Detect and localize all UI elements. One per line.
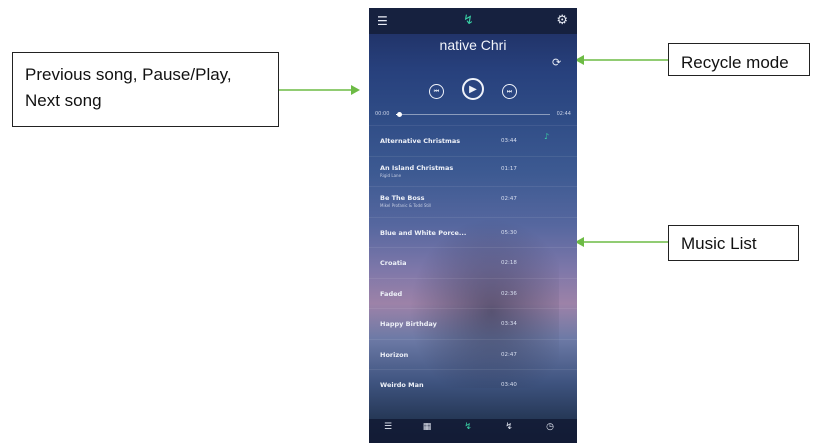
callout-music-list: Music List [668,225,799,261]
next-icon: ⏭ [506,87,513,95]
timer-icon: ◷ [546,422,554,432]
song-duration: 02:18 [501,260,517,266]
pulse-icon: ↯ [505,422,513,432]
song-duration: 02:47 [501,196,517,202]
menu-icon[interactable]: ☰ [377,14,388,28]
song-row[interactable]: Croatia 02:18 [369,247,577,278]
phone-screen: ☰ ↯ ⚙ native Chri ⟳ ⏮ ▶ ⏭ 00:00 02:44 Al… [369,8,577,443]
song-name: Faded [380,289,403,298]
callout-controls-line2: Next song [25,91,102,110]
nav-item-eq[interactable]: ☰ [375,422,401,434]
song-artist: Mikel Profanic & Todd Still [380,203,432,208]
progress-track[interactable] [396,112,550,117]
nav-item-grid[interactable]: ▦ [414,422,440,434]
now-playing-icon: ♪ [544,132,550,141]
song-duration: 02:36 [501,290,517,297]
song-duration: 01:17 [501,165,517,172]
play-icon: ▶ [469,83,477,95]
progress-bar[interactable]: 00:00 02:44 [369,111,577,121]
previous-button[interactable]: ⏮ [429,84,444,99]
song-name: Blue and White Porce... [380,228,467,237]
play-pause-button[interactable]: ▶ [462,78,484,100]
nav-item-music[interactable]: ↯ [455,422,481,434]
song-title: native Chri [439,37,507,53]
song-duration: 03:34 [501,321,517,327]
song-name: Weirdo Man [380,381,424,389]
callout-music-list-text: Music List [681,234,757,253]
song-row[interactable]: Blue and White Porce... 05:30 [369,216,577,248]
song-name: Alternative Christmas [380,137,461,145]
song-name: Croatia [380,259,407,267]
song-duration: 02:47 [501,351,517,358]
song-duration: 05:30 [501,229,517,236]
song-artist: Rigid Lane [380,172,402,178]
previous-icon: ⏮ [433,87,440,95]
progress-thumb[interactable] [397,112,403,117]
song-duration: 03:40 [501,382,517,388]
grid-icon: ▦ [422,422,432,432]
nav-item-timer[interactable]: ◷ [537,422,563,434]
song-row[interactable]: Happy Birthday 03:34 [369,308,577,339]
song-row[interactable]: Alternative Christmas 03:44 ♪ [369,125,577,156]
nav-item-pulse[interactable]: ↯ [496,422,522,434]
song-row[interactable]: Faded 02:36 [369,277,577,309]
gear-icon[interactable]: ⚙ [556,13,568,28]
song-name: Horizon [380,350,409,359]
bottom-nav: ☰ ▦ ↯ ↯ ◷ [369,419,577,443]
waveform-icon: ↯ [463,13,474,28]
playback-controls: ⏮ ▶ ⏭ [369,78,577,104]
song-row[interactable]: Horizon 02:47 [369,338,577,370]
music-list: Alternative Christmas 03:44 ♪ An Island … [369,125,577,400]
song-duration: 03:44 [501,138,517,144]
callout-recycle-text: Recycle mode [681,53,789,72]
callout-controls: Previous song, Pause/Play, Next song [12,52,279,127]
song-name: An Island Christmas [380,163,454,172]
callout-controls-line1: Previous song, Pause/Play, [25,65,232,84]
music-wave-icon: ↯ [464,422,472,432]
next-button[interactable]: ⏭ [502,84,517,99]
equalizer-icon: ☰ [383,422,393,432]
recycle-icon[interactable]: ⟳ [552,56,561,69]
song-row[interactable]: An Island Christmas Rigid Lane 01:17 [369,155,577,187]
song-name: Happy Birthday [380,320,437,328]
total-time: 02:44 [556,111,571,117]
song-row[interactable]: Weirdo Man 03:40 [369,369,577,400]
song-row[interactable]: Be The Boss Mikel Profanic & Todd Still … [369,186,577,217]
song-name: Be The Boss [380,194,425,202]
current-time: 00:00 [375,111,390,117]
top-bar: ☰ ↯ ⚙ [369,8,577,34]
callout-recycle: Recycle mode [668,43,810,76]
